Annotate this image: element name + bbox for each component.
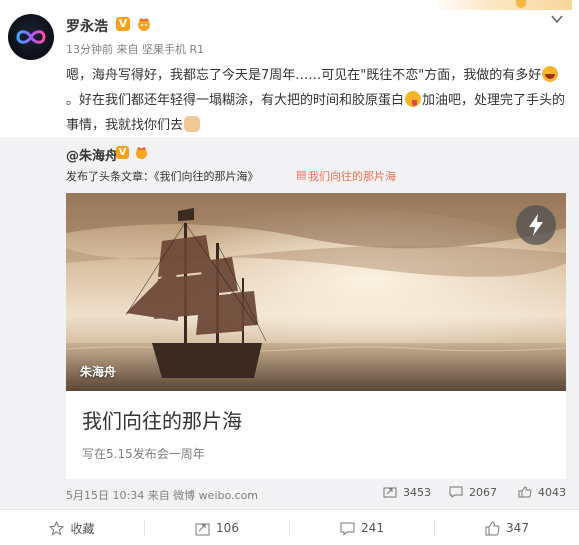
repost-area: @朱海舟 V 发布了头条文章：《我们向往的那片海》 ▤ 我们向往的那片海 朱海舟… [0,137,579,509]
repost-member-badge-icon[interactable] [134,145,149,160]
like-icon [485,520,500,535]
star-icon [49,520,65,536]
post-text-part-2: 。好在我们都还年轻得一塌糊涂，有大把的时间和胶原蛋白 [66,93,405,108]
repost-author[interactable]: @朱海舟 [66,145,118,164]
chevron-down-icon[interactable] [550,12,564,26]
repost-stat-like[interactable]: 4043 [518,486,566,499]
repost-count: 3453 [403,486,431,499]
article-card[interactable]: 朱海舟 我们向往的那片海 写在5.15发布会一周年 [66,193,566,479]
avatar[interactable] [8,14,54,60]
article-cover-image[interactable]: 朱海舟 [66,193,566,391]
repost-icon [195,523,210,535]
comment-button[interactable]: 241 [290,510,434,545]
like-button[interactable]: 347 [435,510,579,545]
article-subtitle: 写在5.15发布会一周年 [82,447,205,461]
repost-stat-comment[interactable]: 2067 [449,486,497,499]
verified-badge: V [116,17,130,31]
comment-count: 2067 [469,486,497,499]
repost-time-source: 5月15日 10:34 来自 微博 weibo.com [66,489,259,502]
repost-button[interactable]: 106 [145,510,289,545]
favorite-button[interactable]: 收藏 [0,510,144,545]
comment-icon [340,522,355,536]
action-bar: 收藏 106 241 347 [0,509,579,545]
like-count: 4043 [538,486,566,499]
like-icon [518,486,532,498]
link-article-icon[interactable]: ▤ [296,168,306,181]
member-badge-icon[interactable] [136,16,152,32]
cover-author-label: 朱海舟 [80,365,117,379]
repost-verified-badge: V [116,146,129,159]
repost-published-text: 发布了头条文章：《我们向往的那片海》 [66,170,259,183]
laugh-emoji-icon [542,66,559,82]
like-action-count: 347 [506,521,529,535]
comment-icon [449,486,463,498]
author-name[interactable]: 罗永浩 [66,16,108,36]
repost-icon [383,487,397,498]
post-text: 嗯，海舟写得好，我都忘了今天是7周年……可见在"既往不恋"方面，我做的有多好。好… [66,63,566,138]
repost-action-count: 106 [216,521,239,535]
post-meta: 13分钟前 来自 坚果手机 R1 [66,43,205,56]
article-title[interactable]: 我们向往的那片海 [82,405,242,434]
post-text-part-1: 嗯，海舟写得好，我都忘了今天是7周年……可见在"既往不恋"方面，我做的有多好 [66,68,542,83]
weibo-post-card: 罗永浩 V 13分钟前 来自 坚果手机 R1 嗯，海舟写得好，我都忘了今天是7周… [0,0,579,545]
repost-stat-repost[interactable]: 3453 [383,486,431,499]
comment-action-count: 241 [361,521,384,535]
top-banner-decoration [432,0,572,10]
favorite-label: 收藏 [70,521,95,536]
fist-emoji-icon [184,116,201,132]
lightning-icon[interactable] [516,205,556,245]
article-link[interactable]: 我们向往的那片海 [308,168,396,184]
tongue-emoji-icon [405,91,422,107]
